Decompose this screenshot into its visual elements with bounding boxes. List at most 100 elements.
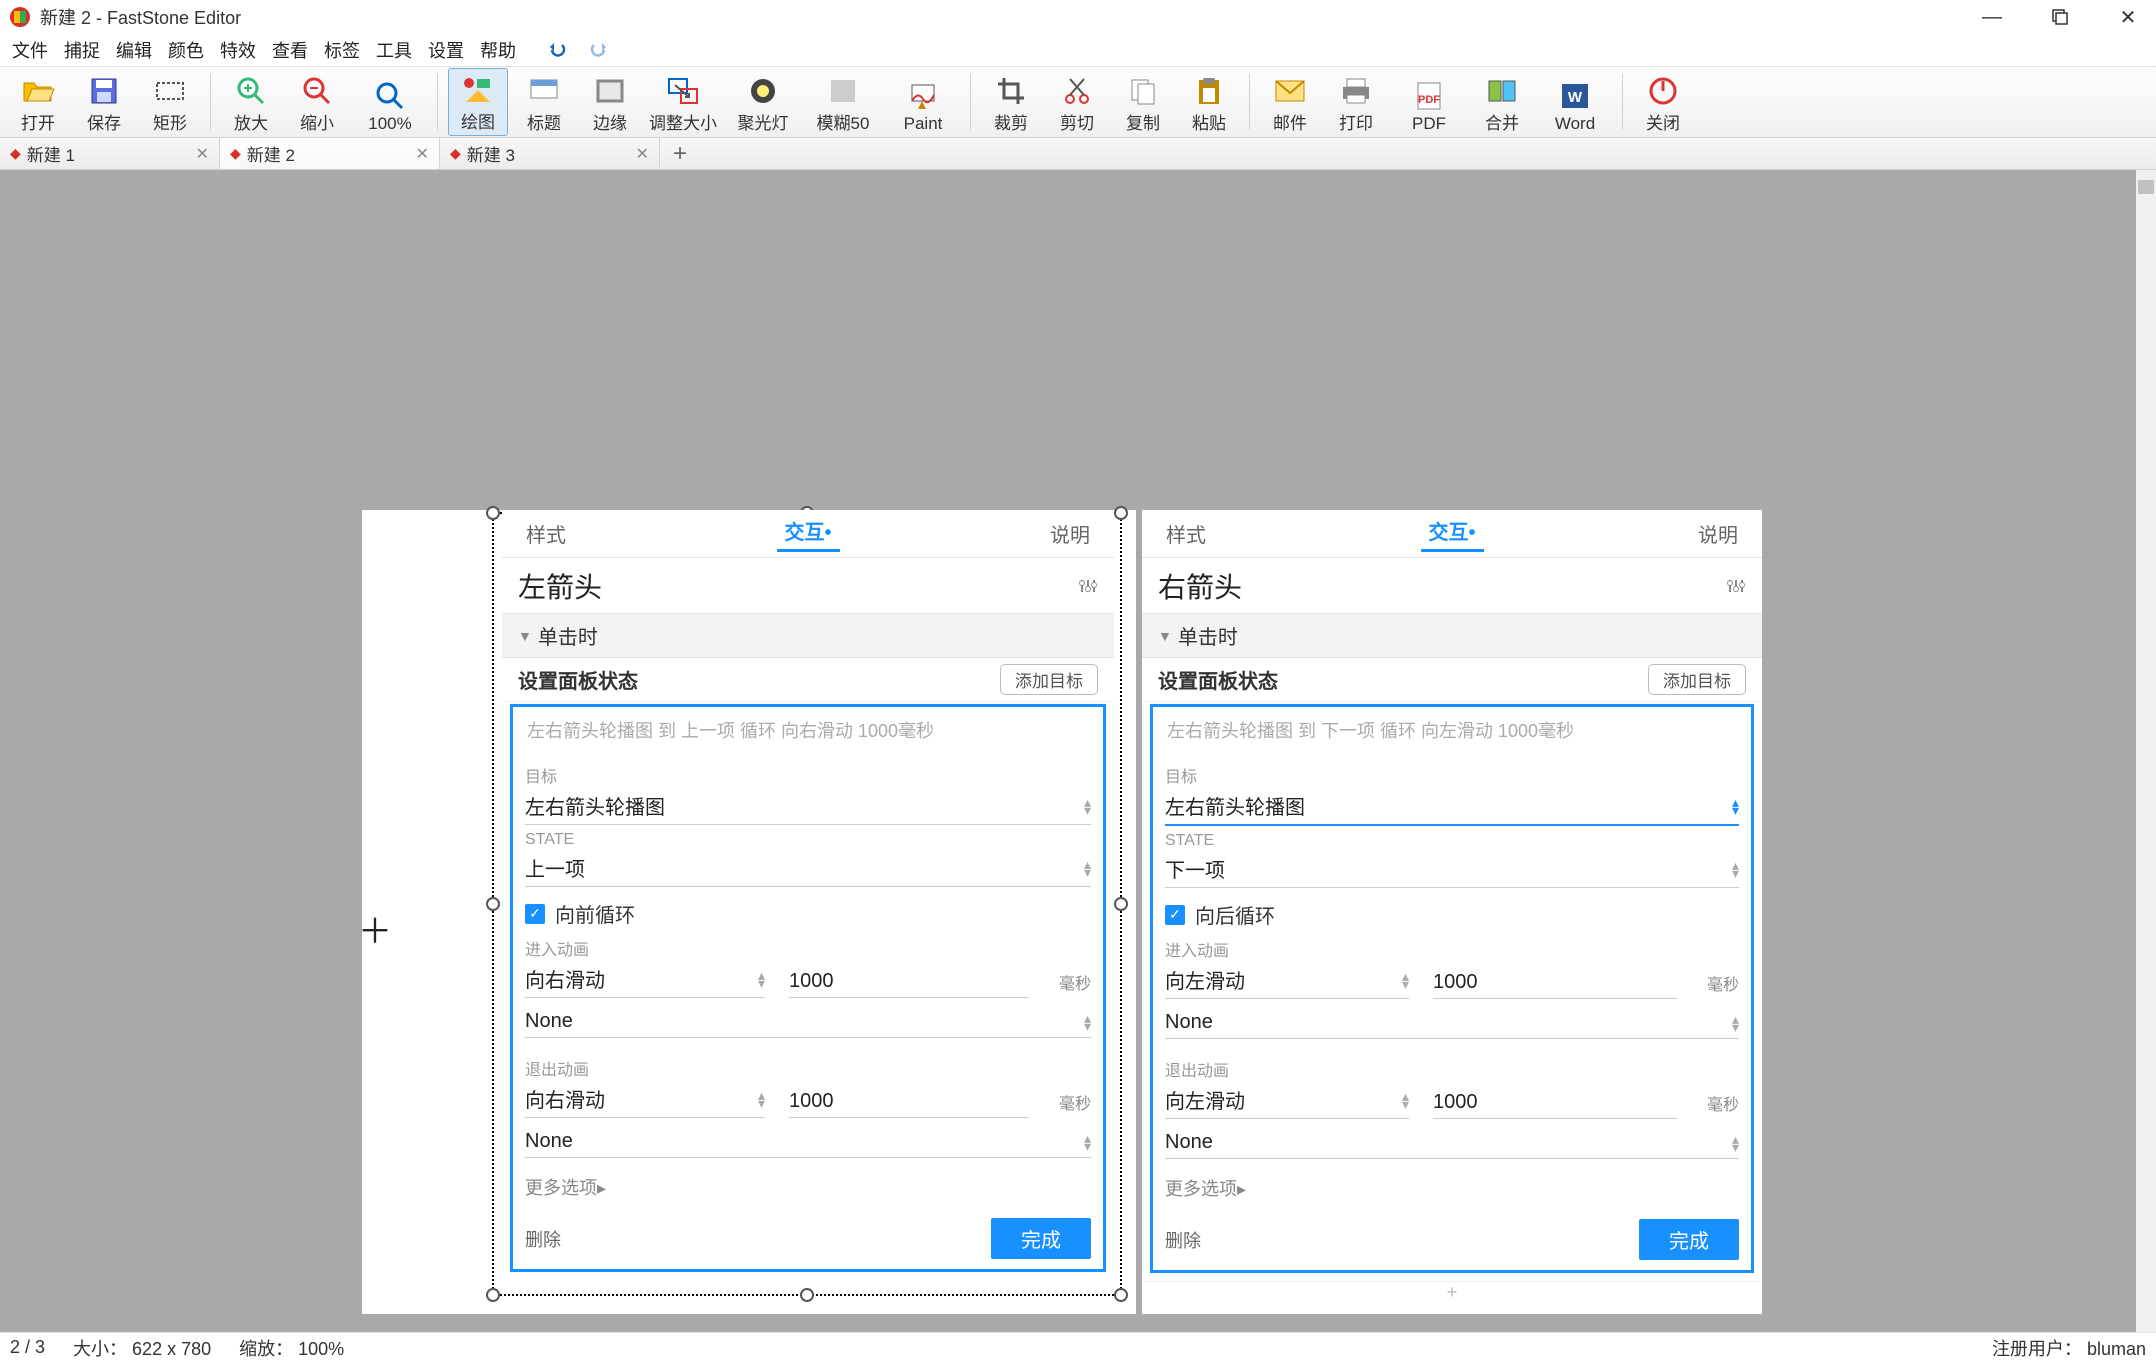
target-select[interactable]: 左右箭头轮播图▴▾ [1165,787,1739,826]
toolbar-save-button[interactable]: 保存 [74,68,134,136]
delete-button[interactable]: 删除 [1165,1227,1201,1253]
panel-tab-desc[interactable]: 说明 [1042,519,1098,548]
toolbar-mail-button[interactable]: 邮件 [1260,68,1320,136]
toolbar-paste-button[interactable]: 粘贴 [1179,68,1239,136]
menubar: 文件 捕捉 编辑 颜色 特效 查看 标签 工具 设置 帮助 [0,34,2156,66]
spotlight-icon [748,73,778,109]
redo-button[interactable] [580,39,614,61]
exit-anim-select[interactable]: 向左滑动▴▾ [1165,1081,1409,1119]
document-tab[interactable]: ◆新建 1✕ [0,138,220,169]
unit-label: 毫秒 [1707,971,1739,999]
sliders-icon[interactable] [1726,576,1746,596]
resize-handle[interactable] [486,506,500,520]
toolbar-merge-button[interactable]: 合并 [1472,68,1532,136]
add-row[interactable]: + [1142,1281,1762,1303]
menu-capture[interactable]: 捕捉 [58,35,106,65]
state-select[interactable]: 下一项▴▾ [1165,850,1739,888]
enter-ms-input[interactable]: 1000 [789,966,1029,998]
toolbar-word-button[interactable]: WWord [1538,68,1612,136]
more-options[interactable]: 更多选项▸ [1165,1175,1739,1201]
toolbar-rect-button[interactable]: 矩形 [140,68,200,136]
field-label: 退出动画 [525,1056,1091,1080]
toolbar-zoom100-button[interactable]: 100% [353,68,427,136]
resize-handle[interactable] [1114,897,1128,911]
rect-icon [153,73,187,109]
toolbar-crop-button[interactable]: 裁剪 [981,68,1041,136]
enter-ms-input[interactable]: 1000 [1433,967,1677,999]
menu-view[interactable]: 查看 [266,35,314,65]
toolbar-draw-button[interactable]: 绘图 [448,68,508,136]
toolbar-close-button[interactable]: 关闭 [1633,68,1693,136]
toolbar-spotlight-button[interactable]: 聚光灯 [726,68,800,136]
loop-checkbox[interactable]: ✓ [525,904,545,924]
toolbar-paint-button[interactable]: Paint [886,68,960,136]
menu-setting[interactable]: 设置 [422,35,470,65]
sliders-icon[interactable] [1078,576,1098,596]
panel-tab-interact[interactable]: 交互• [777,516,840,552]
exit-anim-select[interactable]: 向右滑动▴▾ [525,1080,765,1118]
action-config-box: 左右箭头轮播图 到 下一项 循环 向左滑动 1000毫秒 目标 左右箭头轮播图▴… [1150,704,1754,1273]
panel-tab-style[interactable]: 样式 [1158,519,1214,548]
enter-anim-select[interactable]: 向左滑动▴▾ [1165,961,1409,999]
new-tab-button[interactable]: + [660,138,700,169]
menu-tool[interactable]: 工具 [370,35,418,65]
menu-effect[interactable]: 特效 [214,35,262,65]
panel-tab-interact[interactable]: 交互• [1421,516,1484,552]
exit-easing-select[interactable]: None▴▾ [525,1126,1091,1158]
menu-color[interactable]: 颜色 [162,35,210,65]
resize-handle[interactable] [486,1288,500,1302]
enter-anim-select[interactable]: 向右滑动▴▾ [525,960,765,998]
toolbar-resize-button[interactable]: 调整大小 [646,68,720,136]
loop-checkbox[interactable]: ✓ [1165,905,1185,925]
toolbar-zoomout-button[interactable]: 缩小 [287,68,347,136]
done-button[interactable]: 完成 [1639,1219,1739,1260]
toolbar-cut-button[interactable]: 剪切 [1047,68,1107,136]
exit-easing-select[interactable]: None▴▾ [1165,1127,1739,1159]
exit-ms-input[interactable]: 1000 [789,1086,1029,1118]
delete-button[interactable]: 删除 [525,1226,561,1252]
add-target-button[interactable]: 添加目标 [1000,664,1098,695]
resize-handle[interactable] [1114,1288,1128,1302]
set-panel-state-label: 设置面板状态 [1158,665,1278,694]
toolbar-copy-button[interactable]: 复制 [1113,68,1173,136]
resize-handle[interactable] [1114,506,1128,520]
minimize-button[interactable]: ― [1972,2,2012,32]
maximize-button[interactable] [2040,2,2080,32]
toolbar-edge-button[interactable]: 边缘 [580,68,640,136]
tab-close-button[interactable]: ✕ [196,144,209,164]
more-options[interactable]: 更多选项▸ [525,1174,1091,1200]
toolbar-pdf-button[interactable]: PDFPDF [1392,68,1466,136]
panel-tab-style[interactable]: 样式 [518,519,574,548]
document-tab[interactable]: ◆新建 3✕ [440,138,660,169]
menu-edit[interactable]: 编辑 [110,35,158,65]
panel-tab-desc[interactable]: 说明 [1690,519,1746,548]
toolbar-blur-button[interactable]: 模糊50 [806,68,880,136]
exit-ms-input[interactable]: 1000 [1433,1087,1677,1119]
canvas-area[interactable]: 样式 交互• 说明 左箭头 ▼单击时 设置面板状态 添加目标 左右箭头轮播图 到 [0,170,2136,1332]
menu-help[interactable]: 帮助 [474,35,522,65]
toolbar-open-button[interactable]: 打开 [8,68,68,136]
tab-close-button[interactable]: ✕ [416,144,429,164]
toolbar-caption-button[interactable]: 标题 [514,68,574,136]
section-onclick[interactable]: ▼单击时 [1142,614,1762,658]
menu-file[interactable]: 文件 [6,35,54,65]
target-select[interactable]: 左右箭头轮播图▴▾ [525,787,1091,825]
section-onclick[interactable]: ▼单击时 [502,614,1114,658]
resize-handle[interactable] [486,897,500,911]
vertical-scrollbar[interactable] [2136,170,2156,1332]
enter-easing-select[interactable]: None▴▾ [525,1006,1091,1038]
add-target-button[interactable]: 添加目标 [1648,664,1746,695]
panel-title: 左箭头 [518,566,602,606]
canvas-image-right: 样式 交互• 说明 右箭头 ▼单击时 设置面板状态 添加目标 左右箭头轮播图 到 [1142,510,1762,1314]
document-tab[interactable]: ◆新建 2✕ [220,138,440,169]
done-button[interactable]: 完成 [991,1218,1091,1259]
undo-button[interactable] [542,39,576,61]
toolbar-zoomin-button[interactable]: 放大 [221,68,281,136]
tab-close-button[interactable]: ✕ [636,144,649,164]
toolbar-print-button[interactable]: 打印 [1326,68,1386,136]
close-button[interactable]: ✕ [2108,2,2148,32]
state-select[interactable]: 上一项▴▾ [525,849,1091,887]
menu-label[interactable]: 标签 [318,35,366,65]
enter-easing-select[interactable]: None▴▾ [1165,1007,1739,1039]
resize-handle[interactable] [800,1288,814,1302]
